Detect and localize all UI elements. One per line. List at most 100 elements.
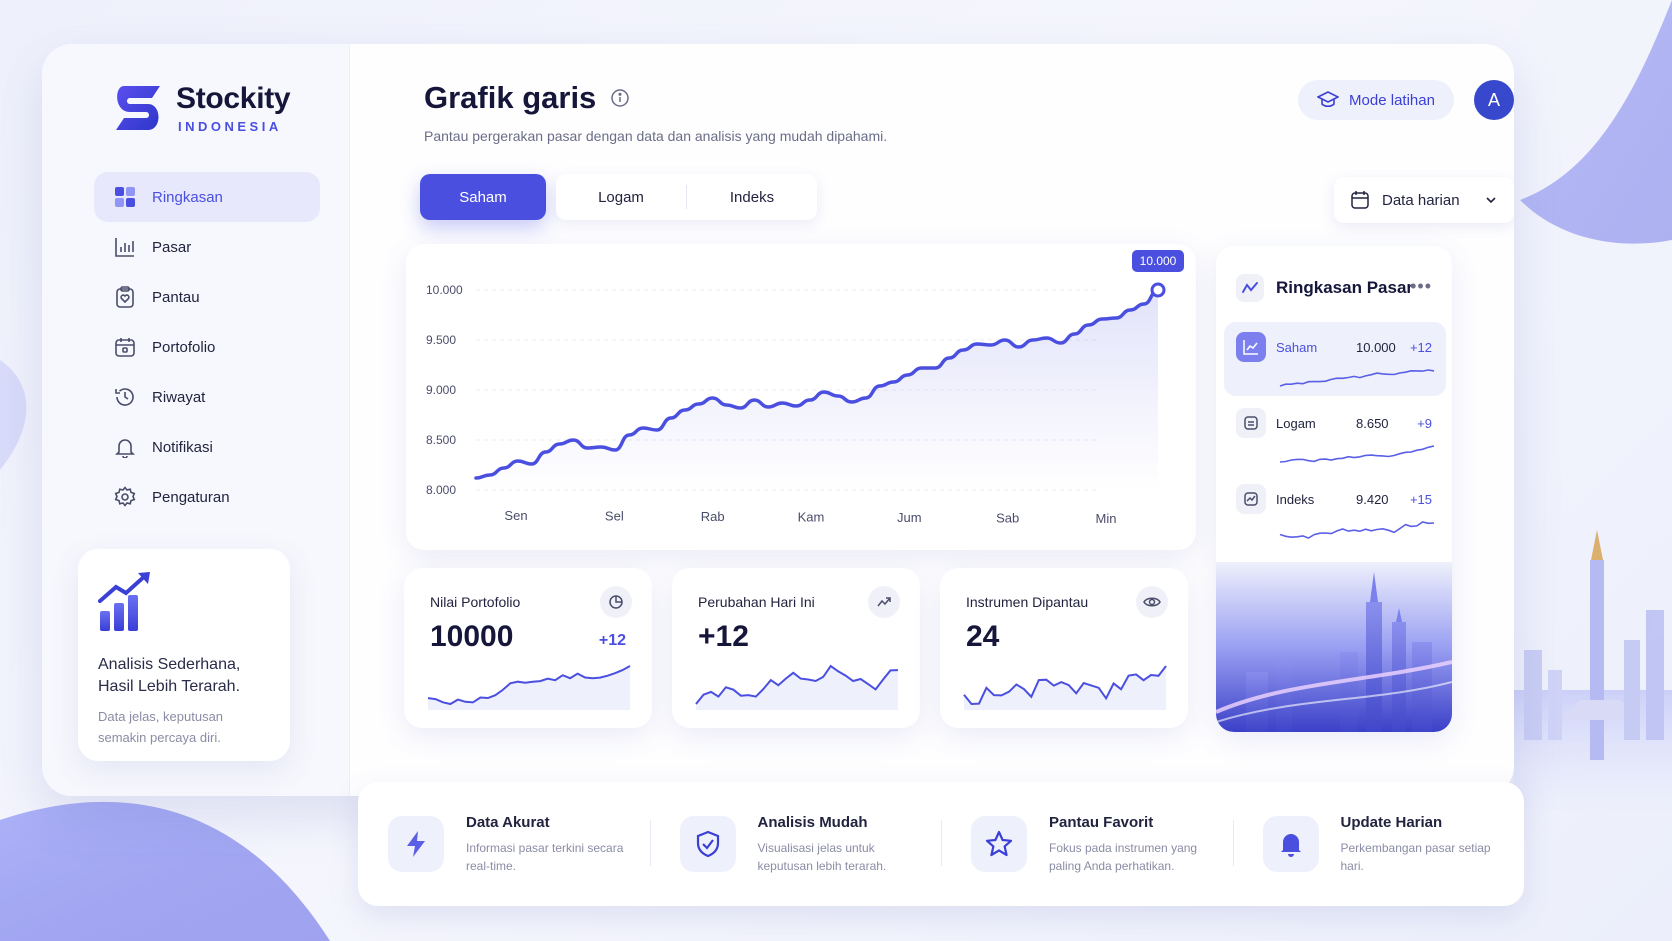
stat-value: 10000 — [430, 620, 514, 653]
line-area — [476, 290, 1158, 490]
activity-icon — [1236, 274, 1264, 302]
period-select[interactable]: Data harian — [1334, 177, 1514, 223]
feature-title: Update Harian — [1340, 813, 1443, 831]
market-sparkline — [1279, 369, 1435, 387]
feature-text: Fokus pada instrumen yang paling Anda pe… — [1049, 840, 1198, 873]
grid-icon — [115, 187, 135, 207]
tab-group: Logam Indeks — [556, 174, 817, 220]
mode-latihan-button[interactable]: Mode latihan — [1298, 80, 1454, 120]
y-tick-label: 10.000 — [426, 283, 463, 297]
logo[interactable]: Stockity INDONESIA — [114, 82, 291, 134]
peak-label: 10.000 — [1140, 254, 1177, 268]
bell-icon — [115, 439, 135, 458]
x-tick-label: Sen — [504, 508, 527, 523]
bell-icon — [1262, 816, 1319, 872]
sidebar-item-pengaturan[interactable]: Pengaturan — [94, 472, 320, 522]
market-row-saham[interactable]: Saham 10.000 +12 — [1224, 322, 1446, 396]
eye-icon[interactable] — [1136, 586, 1168, 618]
x-tick-label: Kam — [798, 510, 825, 525]
y-tick-label: 9.000 — [426, 383, 456, 397]
page-subtitle: Pantau pergerakan pasar dengan data dan … — [424, 128, 888, 144]
history-icon — [115, 388, 134, 406]
more-options-icon[interactable]: ••• — [1410, 276, 1432, 297]
line-chart-card: 10.000 9.500 9.000 8.500 8.000 Sen Sel Rab Kam J… — [406, 244, 1196, 550]
market-row-name: Saham — [1276, 340, 1318, 355]
calendar-icon — [115, 338, 135, 357]
sidebar-item-pantau[interactable]: Pantau — [94, 272, 320, 322]
sidebar-item-label: Portofolio — [152, 338, 216, 356]
stat-card-instrumen: Instrumen Dipantau 24 — [940, 568, 1188, 728]
feature-text: Perkembangan pasar setiap hari. — [1340, 840, 1491, 873]
tab-logam[interactable]: Logam — [556, 174, 686, 220]
feature-title: Data Akurat — [466, 813, 550, 831]
star-icon — [971, 816, 1027, 872]
avatar[interactable]: A — [1474, 80, 1514, 120]
features-bar: Data Akurat Informasi pasar terkini seca… — [358, 782, 1524, 906]
trend-up-icon[interactable] — [868, 586, 900, 618]
x-tick-label: Sel — [605, 509, 624, 524]
city-skyline — [1514, 530, 1672, 810]
sidebar-item-label: Riwayat — [152, 388, 206, 406]
x-tick-label: Jum — [897, 510, 922, 525]
feature-title: Analisis Mudah — [757, 813, 868, 831]
sidebar-item-portofolio[interactable]: Portofolio — [94, 322, 320, 372]
instrument-tabs: Saham Logam Indeks — [420, 174, 817, 220]
market-row-name: Logam — [1276, 416, 1316, 431]
feature-text: Visualisasi jelas untuk keputusan lebih … — [757, 840, 887, 873]
pie-clock-icon[interactable] — [600, 586, 632, 618]
market-sparkline — [1279, 521, 1435, 539]
stat-card-perubahan: Perubahan Hari Ini +12 — [672, 568, 920, 728]
page-title: Grafik garis — [424, 80, 630, 116]
market-row-indeks[interactable]: Indeks 9.420 +15 — [1224, 474, 1446, 548]
page-title-text: Grafik garis — [424, 80, 597, 115]
stat-card-portofolio: Nilai Portofolio 10000 +12 — [404, 568, 652, 728]
promo-text: Data jelas, keputusan semakin percaya di… — [98, 709, 224, 745]
sidebar-item-pasar[interactable]: Pasar — [94, 222, 320, 272]
stat-sparkline — [695, 664, 899, 710]
feature-update-harian: Update Harian Perkembangan pasar setiap … — [1232, 813, 1525, 875]
sidebar-item-notifikasi[interactable]: Notifikasi — [94, 422, 320, 472]
main-content: Grafik garis Pantau pergerakan pasar den… — [350, 44, 1514, 796]
sidebar-item-label: Ringkasan — [152, 188, 223, 206]
feature-text: Informasi pasar terkini secara real-time… — [466, 840, 624, 873]
peak-tooltip: 10.000 — [1132, 250, 1184, 272]
mode-latihan-label: Mode latihan — [1349, 91, 1435, 109]
stat-sparkline — [427, 665, 631, 710]
y-tick-label: 8.000 — [426, 483, 456, 497]
market-row-value: 10.000 — [1356, 340, 1396, 355]
sidebar-item-label: Pasar — [152, 238, 192, 256]
x-tick-label: Rab — [701, 509, 725, 524]
feature-pantau-favorit: Pantau Favorit Fokus pada instrumen yang… — [941, 814, 1233, 875]
sidebar: Stockity INDONESIA Ringkasan Pasar Panta… — [42, 44, 350, 796]
clipboard-heart-icon — [116, 286, 134, 308]
stat-value: 24 — [966, 620, 1000, 653]
sidebar-item-label: Notifikasi — [152, 438, 213, 456]
tab-indeks[interactable]: Indeks — [687, 174, 817, 220]
market-row-change: +12 — [1409, 340, 1432, 355]
market-row-change: +9 — [1417, 416, 1432, 431]
market-row-logam[interactable]: Logam 8.650 +9 — [1224, 398, 1446, 472]
peak-point — [1150, 282, 1166, 298]
sidebar-item-label: Pengaturan — [152, 488, 230, 506]
y-tick-label: 8.500 — [426, 433, 456, 447]
sidebar-nav: Ringkasan Pasar Pantau Portofolio Riwaya… — [94, 172, 320, 522]
x-tick-label: Min — [1096, 511, 1117, 526]
market-sparkline — [1279, 445, 1435, 463]
promo-card: Analisis Sederhana, Hasil Lebih Terarah.… — [78, 549, 290, 761]
sidebar-item-ringkasan[interactable]: Ringkasan — [94, 172, 320, 222]
x-tick-label: Sab — [996, 511, 1019, 526]
info-icon[interactable] — [610, 88, 630, 108]
y-tick-label: 9.500 — [426, 333, 456, 347]
sidebar-item-riwayat[interactable]: Riwayat — [94, 372, 320, 422]
stockity-logo-icon — [116, 86, 160, 130]
feature-data-akurat: Data Akurat Informasi pasar terkini seca… — [358, 814, 650, 875]
growth-chart-icon — [98, 572, 150, 631]
bar-chart-icon — [115, 238, 134, 257]
calendar-icon — [1351, 191, 1369, 209]
market-row-value: 9.420 — [1356, 492, 1389, 507]
line-chart[interactable]: 10.000 9.500 9.000 8.500 8.000 Sen Sel Rab Kam J… — [406, 244, 1196, 550]
tab-saham[interactable]: Saham — [420, 174, 546, 220]
graduation-cap-icon — [1317, 91, 1340, 108]
feature-title: Pantau Favorit — [1049, 813, 1154, 831]
brand-name: Stockity — [176, 82, 291, 115]
